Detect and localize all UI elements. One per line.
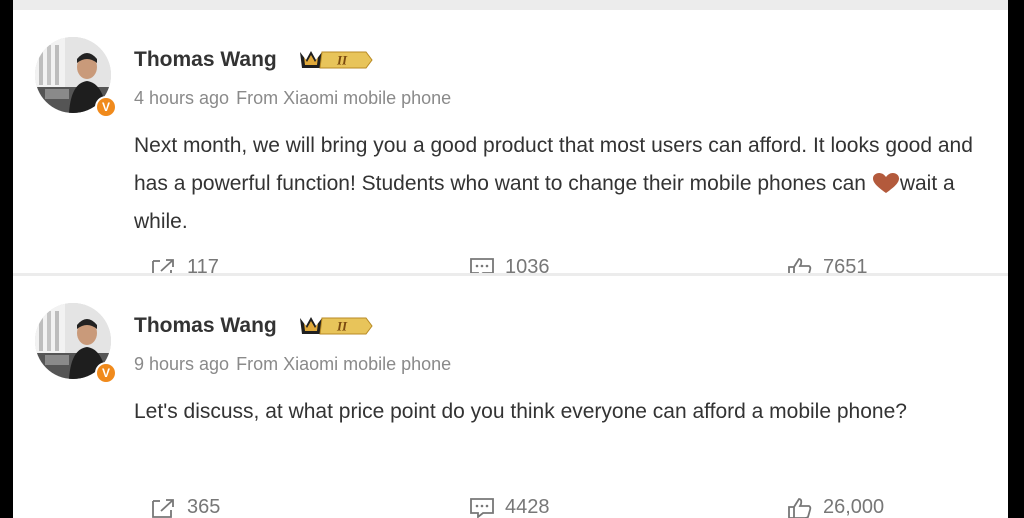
level-badge: II bbox=[336, 319, 348, 334]
comment-button[interactable]: 4428 bbox=[469, 496, 550, 518]
forward-count: 117 bbox=[187, 256, 219, 273]
forward-icon bbox=[152, 258, 174, 273]
like-button[interactable]: 7651 bbox=[787, 256, 868, 273]
crown-icon: II bbox=[300, 317, 373, 335]
author-name[interactable]: Thomas Wang bbox=[134, 46, 277, 74]
post-meta: 4 hours ago From Xiaomi mobile phone bbox=[134, 86, 451, 110]
post-time[interactable]: 4 hours ago bbox=[134, 88, 229, 108]
like-icon bbox=[788, 257, 812, 273]
post-source: From Xiaomi mobile phone bbox=[236, 88, 452, 108]
crown-icon: II bbox=[300, 51, 373, 69]
comment-button[interactable]: 1036 bbox=[469, 256, 550, 273]
post-meta: 9 hours ago From Xiaomi mobile phone bbox=[134, 352, 451, 376]
post-card: V Thomas Wang II 9 hours ago From Xiaomi … bbox=[13, 276, 1008, 518]
post-source: From Xiaomi mobile phone bbox=[236, 354, 452, 374]
like-button[interactable]: 26,000 bbox=[787, 496, 884, 518]
comment-icon bbox=[470, 497, 494, 518]
like-count: 26,000 bbox=[823, 496, 885, 518]
comment-icon bbox=[470, 257, 494, 273]
post-text: Let's discuss, at what price point do yo… bbox=[134, 400, 907, 423]
post-card: V Thomas Wang II 4 hours ago From Xiaomi … bbox=[13, 10, 1008, 273]
verified-icon: V bbox=[95, 362, 117, 384]
forward-icon bbox=[152, 498, 174, 518]
verified-icon: V bbox=[95, 96, 117, 118]
level-badge: II bbox=[336, 53, 348, 68]
comment-count: 1036 bbox=[505, 256, 550, 273]
author-name[interactable]: Thomas Wang bbox=[134, 312, 277, 340]
forward-button[interactable]: 365 bbox=[151, 496, 220, 518]
post-text-part: Next month, we will bring you a good pro… bbox=[134, 134, 973, 195]
post-time[interactable]: 9 hours ago bbox=[134, 354, 229, 374]
verified-mark: V bbox=[97, 98, 115, 116]
forward-count: 365 bbox=[187, 496, 221, 518]
like-count: 7651 bbox=[823, 256, 868, 273]
heart-icon bbox=[872, 173, 899, 193]
forward-button[interactable]: 117 bbox=[151, 256, 219, 273]
verified-mark: V bbox=[97, 364, 115, 382]
post-text: Next month, we will bring you a good pro… bbox=[134, 127, 994, 241]
like-icon bbox=[788, 497, 812, 518]
comment-count: 4428 bbox=[505, 496, 550, 518]
